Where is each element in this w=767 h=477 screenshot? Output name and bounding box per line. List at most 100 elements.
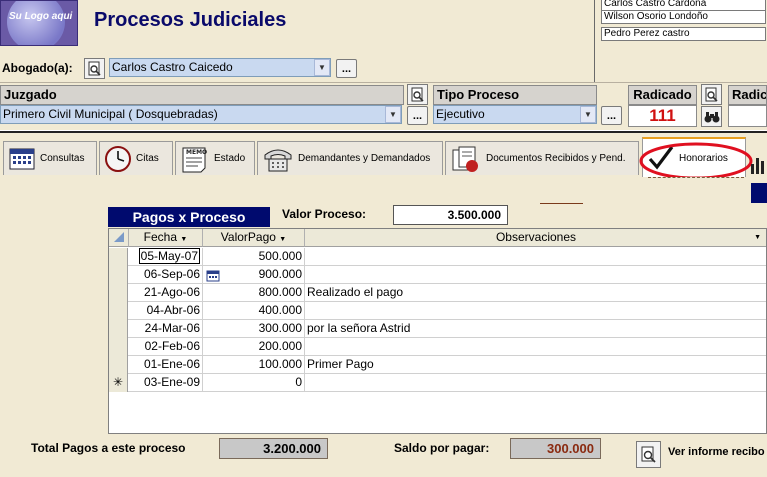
fecha-cell[interactable]: 21-Ago-06	[129, 284, 203, 302]
ver-informe-label[interactable]: Ver informe recibo	[668, 446, 767, 458]
observaciones-cell[interactable]	[305, 302, 766, 320]
tipo-proceso-more-button[interactable]: ...	[601, 106, 622, 125]
record-item[interactable]: Wilson Osorio Londoño	[601, 10, 766, 24]
tab-label: Consultas	[40, 153, 85, 164]
search-doc-icon	[641, 446, 656, 463]
observaciones-cell[interactable]: Primer Pago	[305, 356, 766, 374]
tab-documentos[interactable]: Documentos Recibidos y Pend.	[445, 141, 639, 175]
fecha-cell[interactable]: 05-May-07	[129, 248, 203, 266]
observaciones-cell[interactable]	[305, 248, 766, 266]
side-marker	[751, 183, 767, 203]
observaciones-cell[interactable]: por la señora Astrid	[305, 320, 766, 338]
tab-label: Documentos Recibidos y Pend.	[486, 153, 626, 164]
juzgado-combo[interactable]: Primero Civil Municipal ( Dosquebradas)	[0, 105, 402, 124]
fecha-cell[interactable]: 03-Ene-09	[129, 374, 203, 392]
highlight-ellipse	[639, 142, 753, 180]
select-all-corner[interactable]	[109, 229, 129, 247]
total-pagos-label: Total Pagos a este proceso	[31, 441, 186, 455]
tipo-proceso-dropdown-button[interactable]: ▼	[580, 106, 596, 123]
table-row[interactable]: 04-Abr-06 400.000	[109, 302, 766, 320]
radicado-search-button[interactable]	[701, 84, 722, 105]
column-header-fecha[interactable]: Fecha ▼	[129, 229, 203, 247]
clock-icon	[105, 145, 131, 172]
observaciones-cell[interactable]	[305, 338, 766, 356]
radicado-label-2: Radicado	[728, 85, 767, 105]
observaciones-cell[interactable]	[305, 374, 766, 392]
bar-chart-icon[interactable]	[748, 150, 767, 176]
tab-citas[interactable]: Citas	[99, 141, 173, 175]
row-selector[interactable]	[109, 248, 128, 266]
chevron-down-icon: ▼	[180, 236, 188, 243]
tab-estado[interactable]: MEMO Estado	[175, 141, 255, 175]
abogado-label: Abogado(a):	[2, 61, 73, 75]
fecha-cell[interactable]: 04-Abr-06	[129, 302, 203, 320]
tipo-proceso-combo[interactable]: Ejecutivo	[433, 105, 597, 124]
tab-label: Estado	[214, 153, 246, 164]
valor-cell[interactable]: 200.000	[203, 338, 305, 356]
table-row[interactable]: 02-Feb-06 200.000	[109, 338, 766, 356]
observaciones-cell[interactable]	[305, 266, 766, 284]
binoculars-button[interactable]	[701, 106, 722, 127]
new-record-marker[interactable]: ✳	[109, 374, 128, 392]
page-title: Procesos Judiciales	[94, 9, 287, 31]
table-row[interactable]: 24-Mar-06 300.000 por la señora Astrid	[109, 320, 766, 338]
table-row[interactable]: 21-Ago-06 800.000 Realizado el pago	[109, 284, 766, 302]
juzgado-dropdown-button[interactable]: ▼	[385, 106, 401, 123]
abogado-combo[interactable]: Carlos Castro Caicedo	[109, 58, 331, 77]
valor-proceso-value[interactable]: 3.500.000	[393, 205, 508, 225]
bar-chart-icon-svg	[751, 158, 764, 174]
table-row[interactable]: 01-Ene-06 100.000 Primer Pago	[109, 356, 766, 374]
row-selector[interactable]	[109, 266, 128, 284]
svg-text:MEMO: MEMO	[186, 149, 207, 156]
radicado-value[interactable]: 111	[628, 105, 697, 127]
divider	[540, 203, 583, 204]
binoculars-icon	[704, 111, 719, 122]
table-row[interactable]: 06-Sep-06 900.000	[109, 266, 766, 284]
fecha-cell[interactable]: 24-Mar-06	[129, 320, 203, 338]
row-selector[interactable]	[109, 284, 128, 302]
table-row[interactable]: 05-May-07 500.000	[109, 248, 766, 282]
tab-consultas[interactable]: Consultas	[3, 141, 97, 175]
memo-icon: MEMO	[182, 147, 207, 172]
row-selector[interactable]	[109, 320, 128, 338]
valor-cell[interactable]: 400.000	[203, 302, 305, 320]
abogado-dropdown-button[interactable]: ▼	[314, 59, 330, 76]
juzgado-value: Primero Civil Municipal ( Dosquebradas)	[3, 107, 218, 121]
logo: Su Logo aqui	[0, 0, 78, 46]
table-row-new[interactable]: ✳ 03-Ene-09 0	[109, 374, 766, 392]
valor-cell[interactable]: 100.000	[203, 356, 305, 374]
abogado-search-button[interactable]	[84, 58, 105, 79]
row-selector[interactable]	[109, 302, 128, 320]
juzgado-search-button[interactable]	[407, 84, 428, 105]
saldo-label: Saldo por pagar:	[394, 441, 490, 455]
total-pagos-value: 3.200.000	[219, 438, 328, 459]
column-header-observaciones[interactable]: Observaciones ▼	[305, 229, 766, 247]
radicado-field-2[interactable]	[728, 105, 767, 127]
column-header-valorpago[interactable]: ValorPago ▼	[203, 229, 305, 247]
juzgado-more-button[interactable]: ...	[407, 106, 428, 125]
row-selector[interactable]	[109, 356, 128, 374]
record-item[interactable]: Pedro Perez castro	[601, 27, 766, 41]
observaciones-cell[interactable]: Realizado el pago	[305, 284, 766, 302]
valor-cell[interactable]: 500.000	[203, 248, 305, 266]
tipo-proceso-label: Tipo Proceso	[433, 85, 597, 105]
abogado-more-button[interactable]: ...	[336, 59, 357, 78]
valor-cell[interactable]: 800.000	[203, 284, 305, 302]
tab-demandantes[interactable]: Demandantes y Demandados	[257, 141, 443, 175]
fecha-cell[interactable]: 01-Ene-06	[129, 356, 203, 374]
logo-text: Su Logo aqui	[9, 11, 73, 22]
chevron-down-icon: ▼	[318, 63, 326, 72]
valor-cell[interactable]: 300.000	[203, 320, 305, 338]
abogado-value: Carlos Castro Caicedo	[112, 60, 233, 74]
valor-cell[interactable]: 0	[203, 374, 305, 392]
documents-icon	[452, 146, 478, 172]
row-selector[interactable]	[109, 338, 128, 356]
telephone-icon	[264, 149, 292, 171]
valor-cell[interactable]: 900.000	[203, 266, 305, 284]
fecha-cell[interactable]: 02-Feb-06	[129, 338, 203, 356]
valor-proceso-label: Valor Proceso:	[282, 207, 367, 221]
tab-label: Demandantes y Demandados	[298, 153, 431, 164]
fecha-cell[interactable]: 06-Sep-06	[129, 266, 203, 284]
ver-informe-button[interactable]	[636, 441, 661, 468]
pagos-title: Pagos x Proceso	[108, 207, 270, 227]
